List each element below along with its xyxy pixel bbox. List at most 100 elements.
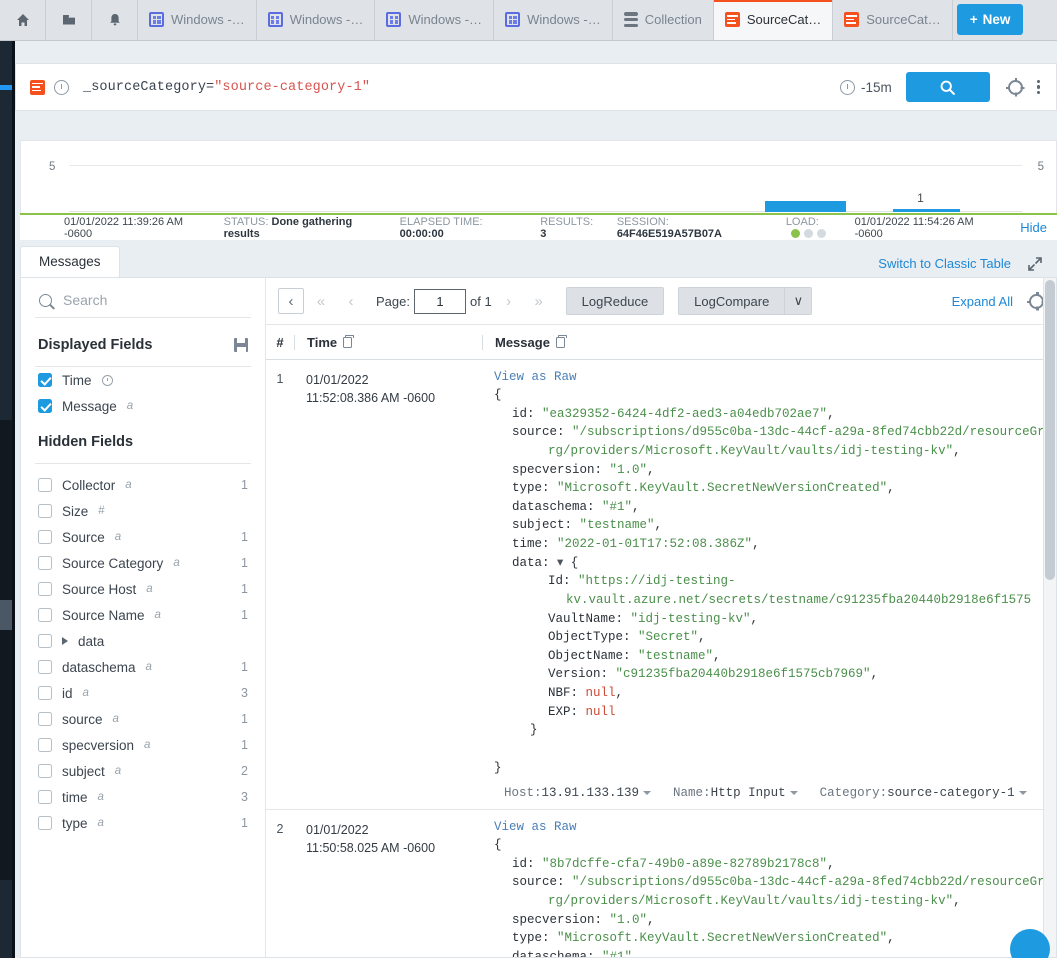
browser-tab-collection[interactable]: Collection (612, 0, 714, 40)
gear-icon[interactable] (1027, 291, 1044, 309)
new-tab-button[interactable]: + New (956, 4, 1024, 35)
metadata-value: 13.91.133.139 (541, 786, 640, 801)
field-checkbox[interactable] (38, 399, 52, 413)
field-checkbox[interactable] (38, 556, 52, 570)
metadata-chip[interactable]: Host:13.91.133.139 (504, 786, 652, 801)
metadata-chip[interactable]: Category:source-category-1 (820, 786, 1027, 800)
rail-accent-marker (0, 85, 12, 90)
field-checkbox[interactable] (38, 764, 52, 778)
json-token: EXP: (548, 704, 586, 719)
field-value-count: 1 (241, 660, 248, 674)
field-checkbox[interactable] (38, 634, 52, 648)
chevron-down-icon[interactable] (643, 790, 652, 795)
field-checkbox[interactable] (38, 686, 52, 700)
field-checkbox[interactable] (38, 660, 52, 674)
field-checkbox[interactable] (38, 504, 52, 518)
switch-to-classic-table-link[interactable]: Switch to Classic Table (878, 256, 1011, 271)
search-button[interactable] (905, 72, 990, 102)
table-row[interactable]: 1 01/01/2022 11:52:08.386 AM -0600 View as … (266, 360, 1056, 811)
fields-search-row[interactable]: Search (35, 278, 251, 318)
logreduce-button[interactable]: LogReduce (565, 287, 665, 315)
metadata-chip[interactable]: Name:Http Input (673, 786, 798, 800)
search-doc-icon[interactable] (30, 79, 45, 95)
field-checkbox[interactable] (38, 478, 52, 492)
back-button[interactable]: ‹ (278, 288, 304, 314)
json-token: , (827, 856, 835, 871)
field-row[interactable]: Size # (35, 498, 251, 524)
time-range-picker[interactable]: -15m (826, 79, 906, 95)
field-row[interactable]: source a 1 (35, 706, 251, 732)
field-row[interactable]: time a 3 (35, 784, 251, 810)
field-checkbox[interactable] (38, 712, 52, 726)
tab-messages[interactable]: Messages (20, 246, 120, 277)
field-checkbox[interactable] (38, 816, 52, 830)
folder-icon[interactable] (46, 0, 92, 40)
expand-all-link[interactable]: Expand All (952, 294, 1013, 309)
column-time[interactable]: Time (294, 334, 482, 350)
field-checkbox[interactable] (38, 608, 52, 622)
json-token[interactable]: ▾ (557, 556, 571, 570)
field-row[interactable]: id a 3 (35, 680, 251, 706)
browser-tab[interactable]: Windows -… (256, 0, 376, 40)
metadata-label: Host: (504, 786, 542, 801)
query-input[interactable]: _sourceCategory="source-category-1" (83, 80, 826, 95)
settings-icon[interactable] (1005, 77, 1023, 95)
field-checkbox[interactable] (38, 790, 52, 804)
view-as-raw-link[interactable]: View as Raw (494, 820, 1046, 836)
chevron-down-icon[interactable] (1018, 790, 1027, 795)
field-row[interactable]: Source a 1 (35, 524, 251, 550)
json-token: , (713, 648, 721, 663)
rail-scroll-thumb[interactable] (0, 600, 12, 630)
field-row[interactable]: subject a 2 (35, 758, 251, 784)
field-row-message[interactable]: Message a (35, 393, 251, 419)
expand-icon[interactable] (1027, 256, 1043, 272)
field-row[interactable]: specversion a 1 (35, 732, 251, 758)
logcompare-button[interactable]: LogCompare (678, 287, 785, 315)
table-row[interactable]: 2 01/01/2022 11:50:58.025 AM -0600 View as … (266, 810, 1056, 957)
browser-tab[interactable]: SourceCat… (833, 0, 953, 40)
field-checkbox[interactable] (38, 738, 52, 752)
field-row[interactable]: data (35, 628, 251, 654)
last-page-button[interactable]: » (526, 288, 552, 314)
field-row[interactable]: Source Name a 1 (35, 602, 251, 628)
page-input[interactable]: 1 (413, 288, 466, 314)
copy-icon[interactable] (343, 334, 355, 348)
json-token: source: (512, 875, 573, 890)
results-scrollbar[interactable] (1043, 278, 1056, 957)
column-message[interactable]: Message (482, 334, 1056, 350)
field-checkbox[interactable] (38, 373, 52, 387)
column-message-label: Message (495, 334, 550, 350)
field-row[interactable]: type a 1 (35, 810, 251, 836)
scrollbar-thumb[interactable] (1045, 280, 1055, 580)
browser-tab[interactable]: Windows -… (138, 0, 257, 40)
field-row[interactable]: Collector a 1 (35, 472, 251, 498)
grid-icon (149, 12, 164, 27)
browser-tab-active[interactable]: SourceCat… (713, 0, 834, 40)
bell-icon[interactable] (92, 0, 138, 40)
field-row[interactable]: Source Category a 1 (35, 550, 251, 576)
field-row-time[interactable]: Time (35, 367, 251, 393)
histogram-bar[interactable] (893, 209, 961, 212)
browser-tab[interactable]: Windows -… (494, 0, 613, 40)
row-time: 11:52:08.386 AM -0600 (306, 391, 436, 406)
chevron-down-icon[interactable] (789, 790, 798, 795)
field-row[interactable]: Source Host a 1 (35, 576, 251, 602)
home-icon[interactable] (0, 0, 46, 40)
history-icon[interactable] (54, 79, 69, 95)
field-checkbox[interactable] (38, 530, 52, 544)
histogram-bar[interactable] (764, 201, 846, 212)
copy-icon[interactable] (555, 334, 568, 348)
next-page-button[interactable]: › (496, 288, 522, 314)
view-as-raw-link[interactable]: View as Raw (494, 370, 1046, 386)
field-row[interactable]: dataschema a 1 (35, 654, 251, 680)
hide-histogram-link[interactable]: Hide (1020, 220, 1047, 235)
field-checkbox[interactable] (38, 582, 52, 596)
chevron-right-icon[interactable] (62, 637, 68, 645)
fields-search-input[interactable]: Search (63, 292, 107, 308)
prev-page-button[interactable]: ‹ (338, 288, 364, 314)
browser-tab[interactable]: Windows -… (375, 0, 495, 40)
more-options-icon[interactable] (1036, 79, 1040, 95)
save-icon[interactable] (234, 338, 248, 352)
first-page-button[interactable]: « (308, 288, 334, 314)
chevron-down-icon[interactable]: ∨ (784, 287, 813, 315)
